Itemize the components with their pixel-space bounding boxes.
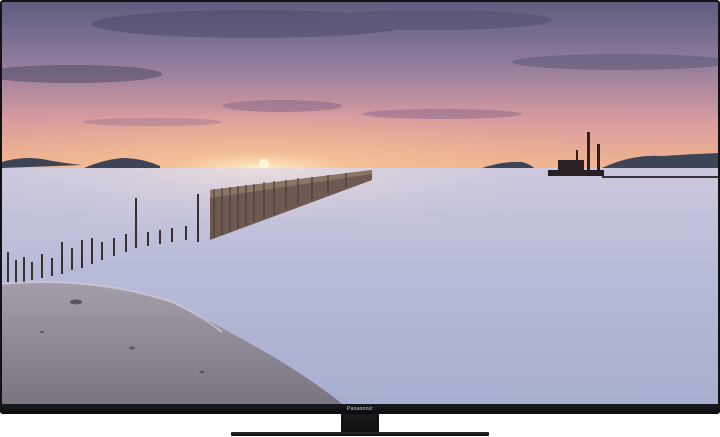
tv-frame	[0, 0, 720, 414]
sunset-seascape-image	[2, 2, 718, 404]
tv-product-photo: Panasonic	[0, 0, 720, 437]
tv-stand-neck	[341, 414, 379, 433]
tv-screen	[2, 2, 718, 404]
tv-stand-base	[231, 432, 489, 436]
brand-logo: Panasonic	[346, 406, 374, 412]
sun	[259, 159, 269, 169]
